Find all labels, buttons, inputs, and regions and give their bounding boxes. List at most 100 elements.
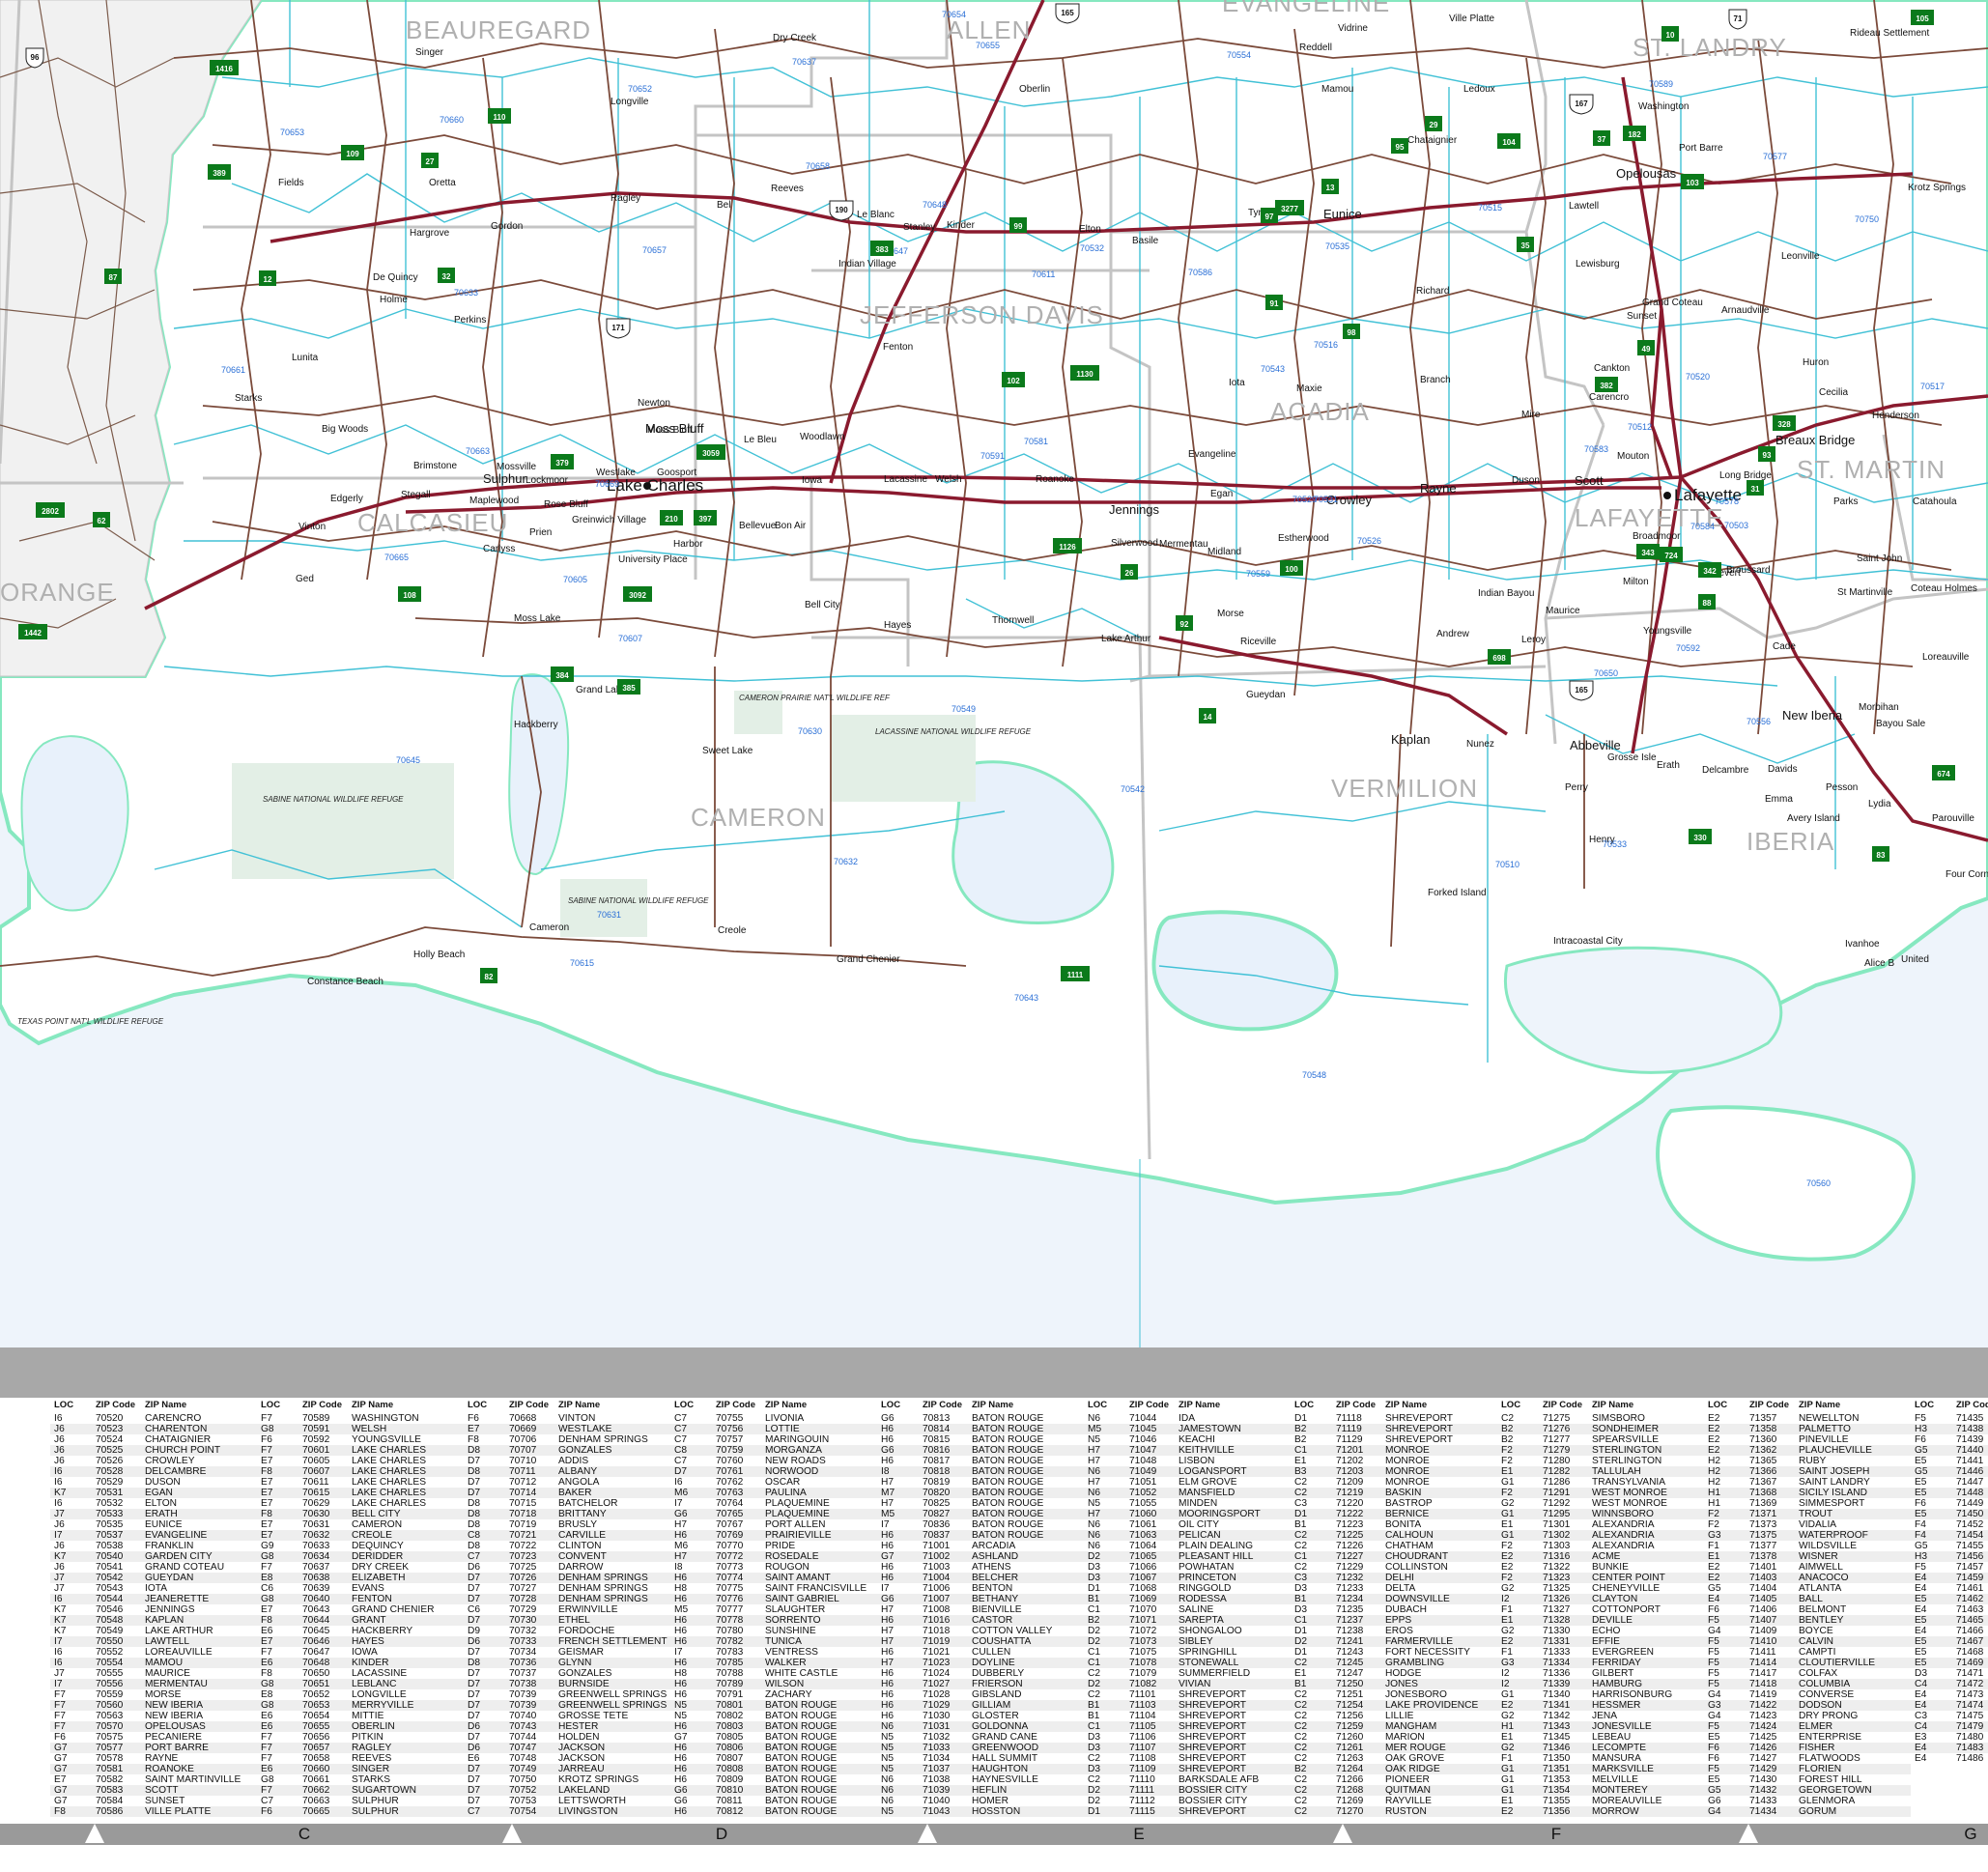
refuge-label-cameron-prairie: CAMERON PRAIRIE NAT'L WILDLIFE REF <box>739 694 891 702</box>
index-row: G8 70634 DERIDDER <box>257 1551 464 1562</box>
index-row: I7 70764 PLAQUEMINE <box>674 1498 830 1509</box>
index-row: C7 70723 CONVENT <box>464 1551 670 1562</box>
index-row: F2 71303 ALEXANDRIA <box>1501 1541 1655 1551</box>
highway-shield: 3092 <box>623 586 652 602</box>
index-row: I7 70783 VENTRESS <box>674 1647 818 1658</box>
town-label: Ville Platte <box>1449 14 1495 24</box>
town-label: Chataignier <box>1407 135 1458 146</box>
index-row: C2 71229 COLLINSTON <box>1294 1562 1448 1573</box>
svg-text:13: 13 <box>1326 184 1335 192</box>
town-label: Lewisburg <box>1576 259 1620 269</box>
index-row: H6 71001 ARCADIA <box>881 1541 1016 1551</box>
index-row: C1 71105 SHREVEPORT <box>1084 1721 1291 1732</box>
zip-code-map[interactable]: BEAUREGARD ALLEN EVANGELINE ST. LANDRY J… <box>0 0 1988 1347</box>
zip-label: 70581 <box>1024 437 1048 446</box>
index-row: C2 71254 LAKE PROVIDENCE <box>1291 1700 1497 1711</box>
svg-text:108: 108 <box>403 591 416 600</box>
index-row: E471466OTIS <box>1915 1626 1984 1636</box>
index-column-header: LOCZIP CodeZIP Name <box>1088 1400 1221 1410</box>
town-label: Elton <box>1079 224 1101 235</box>
svg-text:100: 100 <box>1285 565 1298 574</box>
highway-shield: 383 <box>870 241 894 256</box>
zip-label: 70615 <box>570 958 594 968</box>
town-label: Cankton <box>1594 363 1630 374</box>
index-row: D8 70711 ALBANY <box>464 1466 670 1477</box>
index-row: G2 71346 LECOMPTE <box>1497 1743 1704 1753</box>
town-label: Evangeline <box>1188 449 1236 460</box>
index-row: D7 70744 HOLDEN <box>468 1732 600 1743</box>
index-row: E6 70660 SINGER <box>257 1764 464 1774</box>
grid-marker <box>502 1824 522 1843</box>
town-label: Port Barre <box>1679 143 1723 154</box>
highway-shield: 182 <box>1623 126 1646 141</box>
svg-text:35: 35 <box>1521 241 1530 250</box>
town-label: Nunez <box>1466 739 1494 750</box>
index-row: E1 71328 DEVILLE <box>1497 1615 1704 1626</box>
svg-text:698: 698 <box>1492 654 1506 663</box>
town-label: Branch <box>1420 375 1451 385</box>
index-row: H371456NATCHEZ <box>1911 1551 1988 1562</box>
town-label: Harbor <box>673 539 703 550</box>
index-column-header: LOCZIP CodeZIP Name <box>881 1400 1014 1410</box>
parish-st-landry: ST. LANDRY <box>1633 33 1787 62</box>
svg-text:1442: 1442 <box>24 629 42 638</box>
highway-shield: 62 <box>93 512 110 527</box>
highway-shield: 397 <box>694 510 717 525</box>
index-row: E571447LENA <box>1915 1477 1984 1488</box>
index-row: K7 70531 EGAN <box>50 1488 257 1498</box>
index-row: C2 71219 BASKIN <box>1291 1488 1497 1498</box>
index-row: G3 71422 DODSON <box>1704 1700 1911 1711</box>
index-row: H6 70808 BATON ROUGE <box>670 1764 877 1774</box>
svg-text:95: 95 <box>1396 143 1405 152</box>
index-row: H6 71029 GILLIAM <box>877 1700 1084 1711</box>
svg-text:49: 49 <box>1642 345 1651 354</box>
index-row: E6 70648 KINDER <box>257 1658 464 1668</box>
town-label: Creole <box>718 925 747 936</box>
index-row: D6 70733 FRENCH SETTLEMENT <box>464 1636 670 1647</box>
zip-label: 70631 <box>597 910 621 920</box>
town-label: Oretta <box>429 178 456 188</box>
town-label: Arnaudville <box>1721 305 1770 316</box>
town-label: Lawtell <box>1569 201 1599 212</box>
highway-shield: 13 <box>1321 179 1339 194</box>
index-row: D3 71067 PRINCETON <box>1084 1573 1291 1583</box>
index-row: H1 71368 SICILY ISLAND <box>1704 1488 1911 1498</box>
zip-label: 70632 <box>834 857 858 866</box>
town-label: Silverwood <box>1111 538 1158 549</box>
index-row: H6 71003 ATHENS <box>881 1562 1011 1573</box>
index-row: B1 71234 DOWNSVILLE <box>1291 1594 1497 1604</box>
index-row: H7 70772 ROSEDALE <box>670 1551 877 1562</box>
town-label: Bon Air <box>775 521 807 531</box>
index-row: E6 70654 MITTIE <box>261 1711 384 1721</box>
index-row: H6 70817 BATON ROUGE <box>881 1456 1044 1466</box>
index-row: E7 70629 LAKE CHARLES <box>261 1498 427 1509</box>
index-row: B1 71069 RODESSA <box>1084 1594 1291 1604</box>
index-row: G6 70813 BATON ROUGE <box>881 1413 1044 1424</box>
zip-label: 70533 <box>1603 839 1627 849</box>
index-row: B2 71129 SHREVEPORT <box>1294 1434 1454 1445</box>
index-column: LOC ZIP Code ZIP Name E2 71357 NEWELLTON E2 713… <box>1704 1398 1911 1818</box>
index-row: H6 70782 TUNICA <box>670 1636 877 1647</box>
town-label: Stanley <box>903 222 935 233</box>
index-row: G1 71340 HARRISONBURG <box>1501 1689 1673 1700</box>
index-row: F5 71418 COLUMBIA <box>1704 1679 1911 1689</box>
index-row: I7 71006 BENTON <box>881 1583 1013 1594</box>
town-label: Fenton <box>883 342 913 353</box>
index-row: E2 71341 HESSMER <box>1497 1700 1704 1711</box>
index-row: G1 71286 TRANSYLVANIA <box>1501 1477 1666 1488</box>
zip-label: 70630 <box>798 726 822 736</box>
index-row: B2 71071 SAREPTA <box>1084 1615 1291 1626</box>
index-row: C471479TULLOS <box>1911 1721 1988 1732</box>
town-label: Saint John <box>1857 553 1902 564</box>
zip-label: 70517 <box>1920 382 1945 391</box>
index-row: C2 71251 JONESBORO <box>1294 1689 1447 1700</box>
highway-shield: 2802 <box>36 502 65 518</box>
index-row: H6 70769 PRAIRIEVILLE <box>670 1530 877 1541</box>
index-row: N5 71032 GRAND CANE <box>881 1732 1037 1743</box>
highway-shield: 100 <box>1280 560 1303 576</box>
zip-label: 70592 <box>1676 643 1700 653</box>
index-row: F2 71371 TROUT <box>1704 1509 1911 1519</box>
svg-text:102: 102 <box>1007 377 1020 385</box>
index-row: K7 70546 JENNINGS <box>54 1604 195 1615</box>
index-row: G6 70765 PLAQUEMINE <box>670 1509 877 1519</box>
